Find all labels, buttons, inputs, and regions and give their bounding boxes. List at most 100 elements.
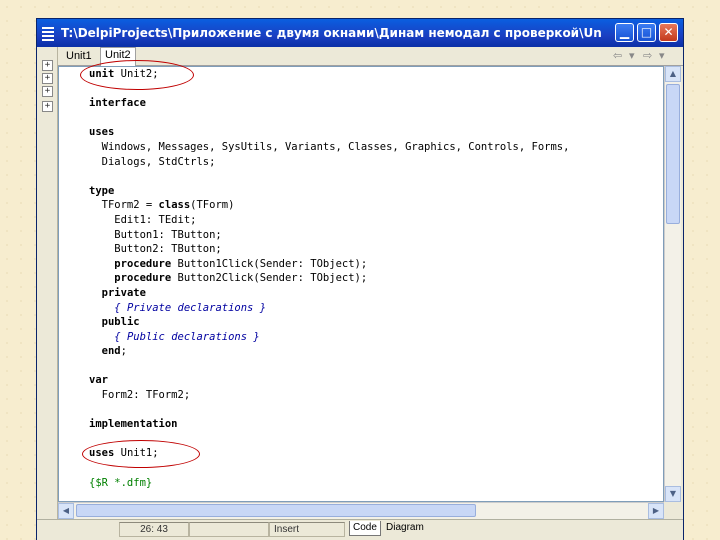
code-line: uses Unit1;	[89, 446, 569, 461]
code-token: public	[101, 316, 140, 329]
code-line: var	[89, 373, 569, 388]
code-token: Button2Click(Sender: TObject);	[171, 272, 368, 285]
code-line: Button1: TButton;	[89, 228, 569, 243]
insert-mode: Insert	[269, 522, 345, 537]
left-gutter: + + + +	[37, 47, 58, 539]
code-token: Unit1;	[114, 447, 159, 460]
tab-code[interactable]: Code	[349, 521, 381, 536]
code-token: interface	[89, 97, 146, 110]
code-token: Form2: TForm2;	[89, 389, 191, 402]
window-title: T:\DelpiProjects\Приложение с двумя окна…	[61, 26, 601, 40]
vertical-scrollbar[interactable]: ▲ ▼	[664, 66, 681, 502]
document-icon	[41, 25, 55, 41]
code-token: {$R *.dfm}	[89, 476, 153, 489]
scroll-up-icon[interactable]: ▲	[665, 66, 681, 82]
code-line: private	[89, 286, 569, 301]
code-line: Button2: TButton;	[89, 242, 569, 257]
expand-icon[interactable]: +	[42, 101, 53, 112]
vertical-scroll-thumb[interactable]	[666, 84, 680, 224]
code-line: interface	[89, 96, 569, 111]
expand-icon[interactable]: +	[42, 73, 53, 84]
close-button[interactable]: ✕	[659, 23, 678, 42]
source-code: unit Unit2; interface uses Windows, Messag…	[89, 67, 569, 490]
code-token: (TForm)	[190, 199, 235, 212]
code-token: { Private declarations }	[114, 301, 267, 314]
code-token: Dialogs, StdCtrls;	[89, 155, 216, 168]
scroll-left-icon[interactable]: ◀	[58, 503, 74, 519]
code-token: ;	[120, 345, 127, 358]
scroll-right-icon[interactable]: ▶	[648, 503, 664, 519]
scroll-down-icon[interactable]: ▼	[665, 486, 681, 502]
code-token: TForm2 =	[89, 199, 159, 212]
code-line: type	[89, 184, 569, 199]
back-arrow-icon[interactable]: ⇦	[613, 49, 622, 62]
code-token: uses	[89, 447, 115, 460]
code-line: implementation	[89, 417, 569, 432]
code-line: { Public declarations }	[89, 330, 569, 345]
code-line: public	[89, 315, 569, 330]
code-line: { Private declarations }	[89, 301, 569, 316]
code-token: { Public declarations }	[114, 330, 260, 343]
code-token: type	[89, 184, 115, 197]
code-editor-window: T:\DelpiProjects\Приложение с двумя окна…	[36, 18, 684, 540]
status-modified	[189, 522, 269, 537]
forward-arrow-icon[interactable]: ⇨	[643, 49, 652, 62]
tab-unit1[interactable]: Unit1	[62, 49, 96, 64]
horizontal-scrollbar[interactable]: ◀ ▶	[58, 502, 664, 519]
code-token: implementation	[89, 418, 178, 431]
code-line: Form2: TForm2;	[89, 388, 569, 403]
code-line: Edit1: TEdit;	[89, 213, 569, 228]
back-menu-icon[interactable]: ▾	[629, 49, 635, 62]
forward-menu-icon[interactable]: ▾	[659, 49, 665, 62]
code-token: procedure	[114, 272, 172, 285]
code-line: uses	[89, 125, 569, 140]
code-line: end;	[89, 344, 569, 359]
minimize-button[interactable]: ▁	[615, 23, 634, 42]
tab-unit2[interactable]: Unit2	[100, 47, 136, 66]
expand-icon[interactable]: +	[42, 86, 53, 97]
code-token: Edit1: TEdit;	[89, 213, 197, 226]
code-token: Button1Click(Sender: TObject);	[171, 257, 368, 270]
code-token: Button2: TButton;	[89, 243, 222, 256]
code-token: unit	[89, 68, 115, 80]
code-token: private	[101, 286, 146, 299]
code-line: procedure Button1Click(Sender: TObject);	[89, 257, 569, 272]
code-line: procedure Button2Click(Sender: TObject);	[89, 271, 569, 286]
tab-diagram[interactable]: Diagram	[383, 521, 427, 535]
code-line: Dialogs, StdCtrls;	[89, 155, 569, 170]
code-token: uses	[89, 126, 115, 139]
horizontal-scroll-thumb[interactable]	[76, 504, 476, 517]
cursor-position: 26: 43	[119, 522, 189, 537]
code-token: Windows, Messages, SysUtils, Variants, C…	[89, 140, 570, 153]
code-token: class	[158, 199, 191, 212]
status-bar: 26: 43 Insert Code Diagram	[37, 519, 683, 540]
code-token: var	[89, 374, 108, 387]
code-token: Unit2;	[114, 68, 159, 80]
code-token: end	[101, 345, 121, 358]
code-token: Button1: TButton;	[89, 228, 222, 241]
title-bar[interactable]: T:\DelpiProjects\Приложение с двумя окна…	[37, 19, 683, 47]
maximize-button[interactable]: □	[637, 23, 656, 42]
code-editor[interactable]: unit Unit2; interface uses Windows, Messag…	[58, 66, 664, 502]
expand-icon[interactable]: +	[42, 60, 53, 71]
code-line: unit Unit2;	[89, 67, 569, 82]
code-line: {$R *.dfm}	[89, 476, 569, 491]
code-line: Windows, Messages, SysUtils, Variants, C…	[89, 140, 570, 155]
file-tabs: Unit1 Unit2	[58, 47, 683, 66]
code-line: TForm2 = class(TForm)	[89, 198, 569, 213]
code-token: procedure	[114, 257, 172, 270]
